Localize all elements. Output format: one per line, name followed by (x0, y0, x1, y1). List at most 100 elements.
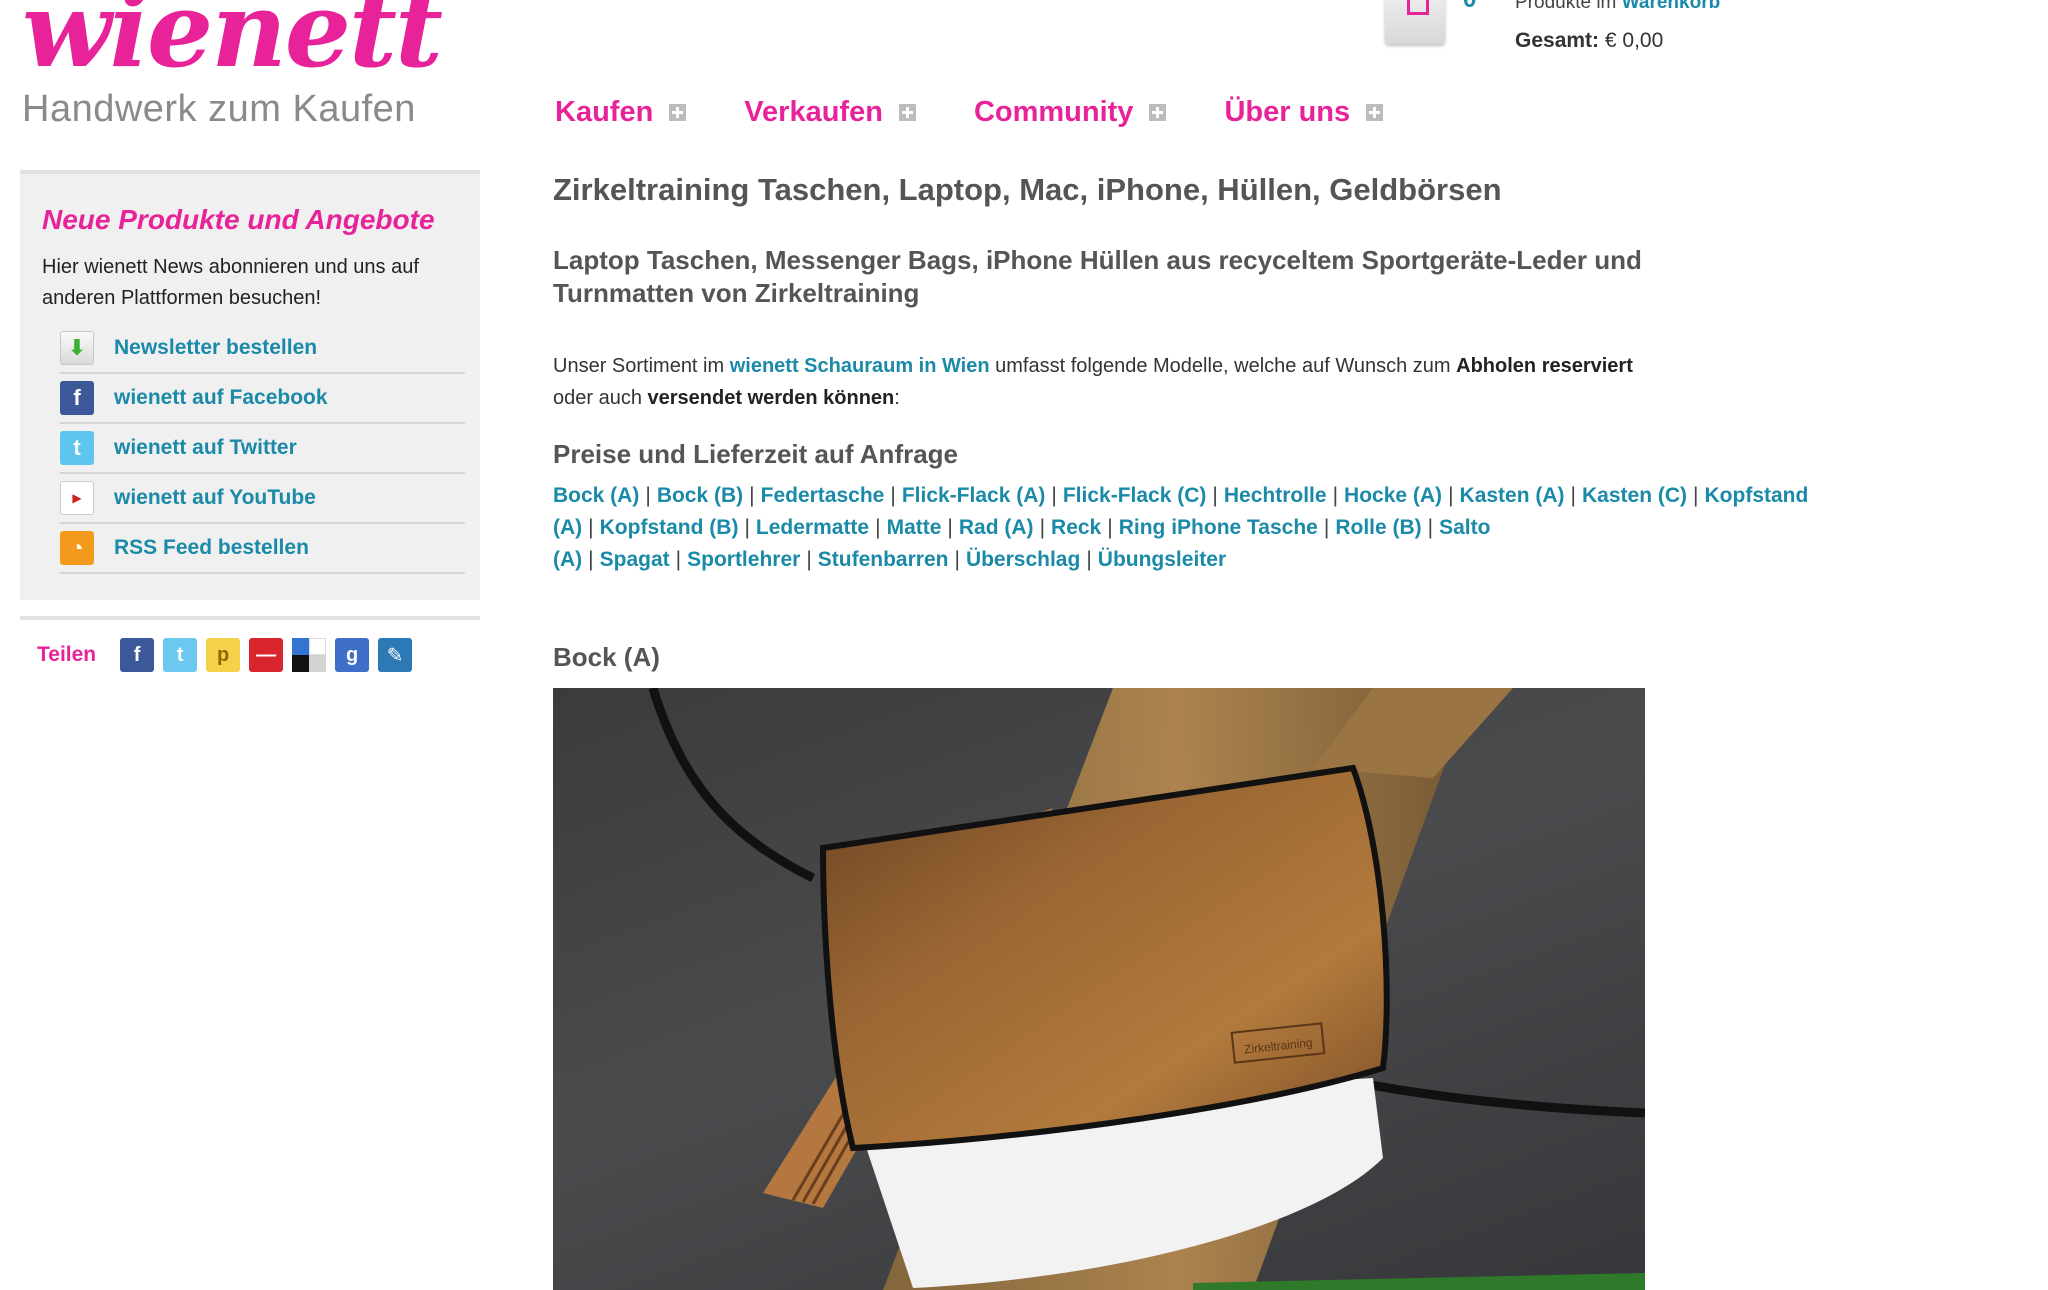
separator: | (947, 516, 953, 539)
sidebar-link-label: wienett auf Twitter (114, 436, 297, 459)
nav-item-kaufen[interactable]: Kaufen (555, 96, 687, 129)
delicious-icon[interactable] (292, 638, 327, 672)
bookmark-icon[interactable]: — (249, 638, 284, 672)
model-link[interactable]: Sportlehrer (687, 548, 800, 571)
messenger-bag-image: Zirkeltraining (648, 688, 1645, 1290)
model-link[interactable]: Spagat (600, 548, 670, 571)
intro-emphasis: Abholen reserviert (1456, 355, 1633, 377)
model-link[interactable]: Federtasche (761, 484, 885, 507)
separator: | (588, 548, 594, 571)
separator: | (645, 484, 651, 507)
model-link[interactable]: Bock (A) (553, 484, 639, 507)
separator: | (588, 516, 594, 539)
share-label: Teilen (37, 643, 97, 666)
model-link[interactable]: Kasten (C) (1582, 484, 1687, 507)
model-link[interactable]: Rad (A) (959, 516, 1034, 539)
google-icon[interactable]: g (335, 638, 370, 672)
model-link[interactable]: Flick-Flack (A) (902, 484, 1046, 507)
logo-wordmark: wienett (22, 0, 443, 91)
expand-icon[interactable] (898, 104, 916, 121)
intro-text-part: oder auch (553, 387, 648, 409)
separator: | (749, 484, 755, 507)
cart-total-value: € 0,00 (1604, 29, 1664, 52)
model-link[interactable]: Hechtrolle (1224, 484, 1327, 507)
cart-total: Gesamt: € 0,00 (1515, 29, 1663, 53)
separator: | (1693, 484, 1699, 507)
shopping-bag-icon[interactable] (1385, 0, 1445, 44)
separator: | (954, 548, 960, 571)
model-links: Bock (A) | Bock (B) | Federtasche | Flick-Flac… (553, 480, 1813, 576)
page-subtitle: Laptop Taschen, Messenger Bags, iPhone H… (553, 245, 1642, 308)
nav-item-ueber-uns[interactable]: Über uns (1224, 96, 1384, 129)
model-link[interactable]: Überschlag (966, 548, 1080, 571)
showroom-link[interactable]: wienett Schauraum in Wien (730, 355, 990, 377)
divider (20, 616, 480, 620)
sidebar-link-newsletter[interactable]: ⬇ Newsletter bestellen (60, 324, 465, 374)
sidebar-links: ⬇ Newsletter bestellen f wienett auf Fac… (60, 324, 465, 574)
sidebar-link-label: wienett auf YouTube (114, 486, 316, 509)
separator: | (1332, 484, 1339, 507)
separator: | (1086, 548, 1092, 571)
expand-icon[interactable] (669, 104, 687, 121)
model-link[interactable]: Ring iPhone Tasche (1119, 516, 1318, 539)
nav-item-community[interactable]: Community (974, 96, 1167, 129)
main-nav: Kaufen Verkaufen Community Über uns (555, 96, 1441, 129)
nav-label: Community (973, 96, 1134, 128)
sidebar-link-youtube[interactable]: ▶ wienett auf YouTube (60, 474, 465, 524)
expand-icon[interactable] (1149, 104, 1167, 121)
intro-text: Unser Sortiment im wienett Schauraum in … (553, 350, 1793, 414)
nav-label: Kaufen (555, 96, 654, 128)
main-content: Zirkeltraining Taschen, Laptop, Mac, iPh… (553, 172, 1853, 672)
cart-count: 0 (1463, 0, 1476, 14)
sidebar-link-label: Newsletter bestellen (114, 336, 318, 359)
cart-label: Produkte im (1515, 0, 1617, 13)
model-link[interactable]: Bock (B) (657, 484, 743, 507)
separator: | (675, 548, 682, 571)
sidebar-description: Hier wienett News abonnieren und uns auf… (42, 256, 419, 309)
separator: | (1427, 516, 1434, 539)
model-link[interactable]: Kasten (A) (1460, 484, 1565, 507)
separator: | (806, 548, 812, 571)
product-photo: Zirkeltraining (553, 688, 1645, 1290)
mini-cart: 0 Produkte im Warenkorb Gesamt: € 0,00 (1385, 0, 1805, 53)
expand-icon[interactable] (1366, 104, 1384, 121)
logo-tagline: Handwerk zum Kaufen (22, 88, 416, 130)
separator: | (890, 484, 896, 507)
cart-summary: Produkte im Warenkorb (1515, 0, 1720, 14)
nav-label: Über uns (1224, 96, 1351, 128)
rss-icon: ◔ (60, 531, 94, 565)
intro-emphasis: versendet werden können (647, 387, 895, 409)
separator: | (1570, 484, 1577, 507)
sidebar-link-label: wienett auf Facebook (114, 386, 328, 409)
twitter-icon[interactable]: t (163, 638, 198, 672)
newsletter-icon: ⬇ (60, 331, 94, 365)
facebook-icon[interactable]: f (120, 638, 155, 672)
model-link[interactable]: Matte (887, 516, 942, 539)
model-link[interactable]: Ledermatte (756, 516, 869, 539)
sidebar-link-label: RSS Feed bestellen (114, 536, 309, 559)
nav-item-verkaufen[interactable]: Verkaufen (744, 96, 916, 129)
model-link[interactable]: Kopfstand (B) (600, 516, 739, 539)
facebook-icon: f (60, 381, 94, 415)
model-link[interactable]: Übungsleiter (1098, 548, 1226, 571)
blogger-icon[interactable]: ✎ (378, 638, 413, 672)
sidebar-link-twitter[interactable]: t wienett auf Twitter (60, 424, 465, 474)
cart-link[interactable]: Warenkorb (1622, 0, 1721, 13)
youtube-icon: ▶ (60, 481, 94, 515)
cart-total-label: Gesamt: (1515, 29, 1600, 52)
share-bar: Teilen f t p — g ✎ (37, 638, 421, 672)
model-link[interactable]: Rolle (B) (1335, 516, 1421, 539)
page-title: Zirkeltraining Taschen, Laptop, Mac, iPh… (553, 172, 1502, 207)
separator: | (1448, 484, 1454, 507)
logo[interactable]: wienett (22, 0, 443, 91)
posterous-icon[interactable]: p (206, 638, 241, 672)
sidebar-link-rss[interactable]: ◔ RSS Feed bestellen (60, 524, 465, 574)
model-link[interactable]: Stufenbarren (818, 548, 949, 571)
model-link[interactable]: Hocke (A) (1344, 484, 1442, 507)
twitter-icon: t (60, 431, 94, 465)
intro-text-part: Unser Sortiment im (553, 355, 730, 377)
sidebar-link-facebook[interactable]: f wienett auf Facebook (60, 374, 465, 424)
model-link[interactable]: Reck (1051, 516, 1101, 539)
model-link[interactable]: Flick-Flack (C) (1063, 484, 1207, 507)
intro-text-part: : (894, 387, 900, 409)
